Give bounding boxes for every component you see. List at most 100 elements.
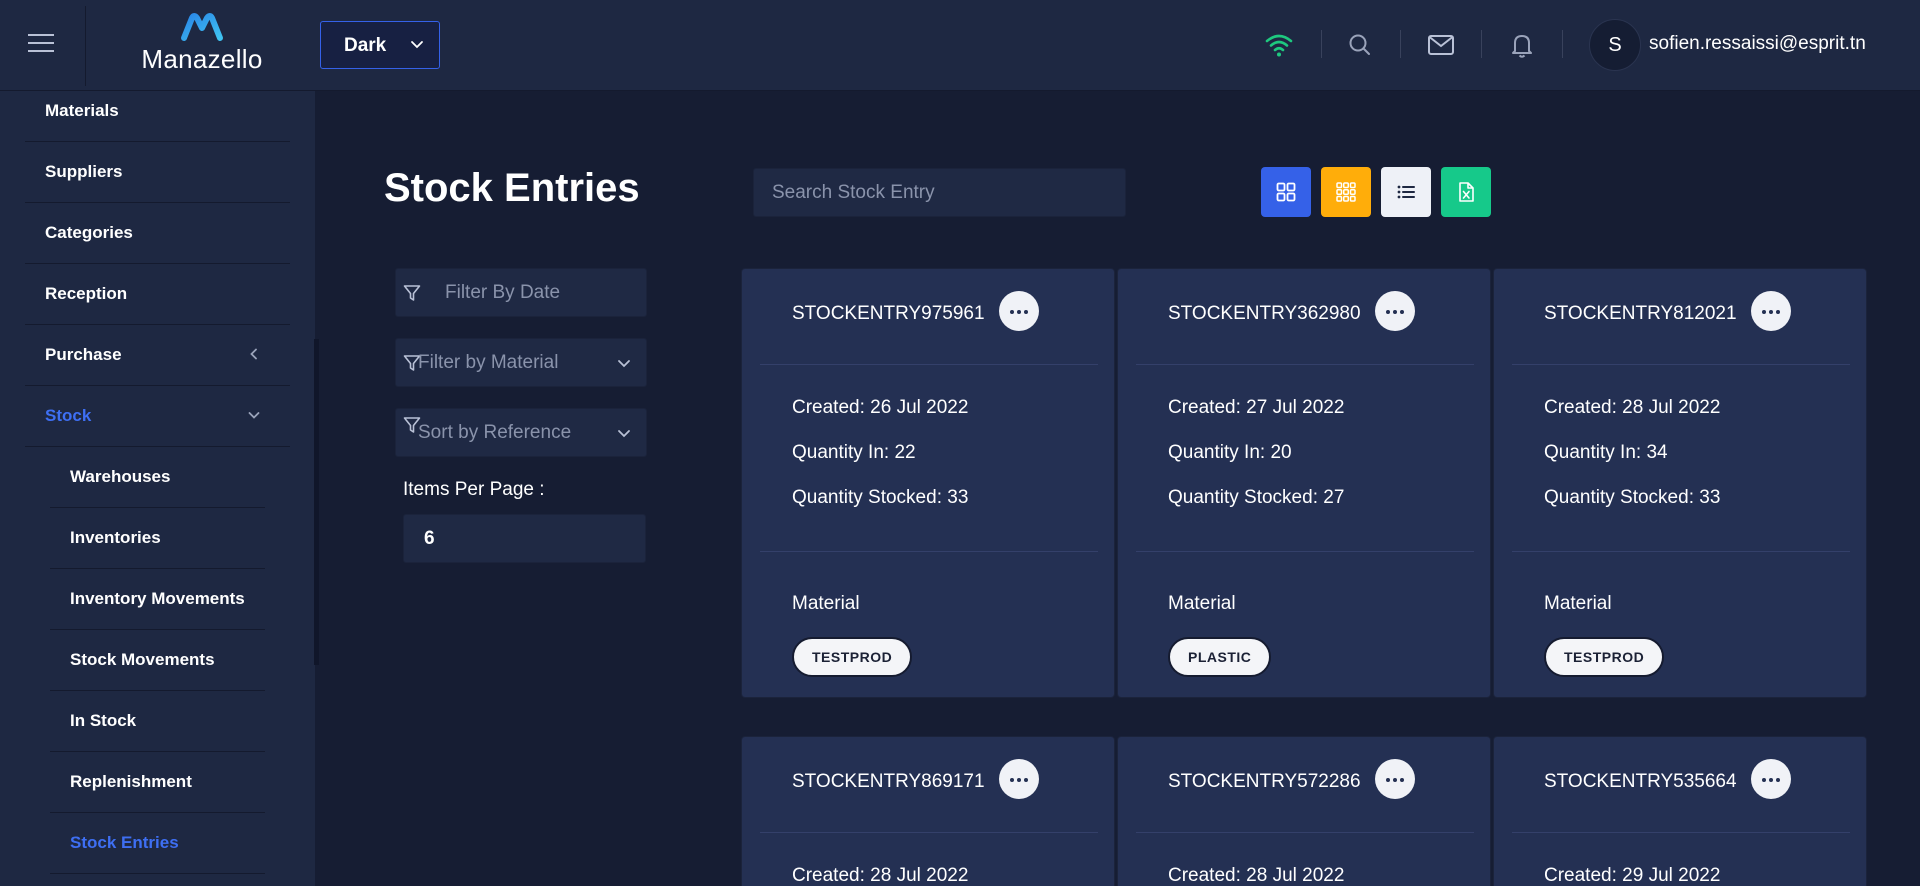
card-divider bbox=[1136, 364, 1474, 365]
stock-entry-reference: STOCKENTRY975961 bbox=[792, 303, 985, 324]
mail-icon[interactable] bbox=[1424, 28, 1458, 62]
card-divider bbox=[760, 832, 1098, 833]
sidebar-item-label: Replenishment bbox=[70, 772, 192, 791]
sidebar-item-purchase[interactable]: Purchase bbox=[25, 325, 290, 386]
created-date: Created: 27 Jul 2022 bbox=[1168, 397, 1345, 418]
created-date: Created: 28 Jul 2022 bbox=[1168, 865, 1345, 886]
quantity-stocked: Quantity Stocked: 33 bbox=[1544, 487, 1721, 508]
quantity-in: Quantity In: 20 bbox=[1168, 442, 1292, 463]
list-view-button[interactable] bbox=[1381, 167, 1431, 217]
more-options-button[interactable] bbox=[1375, 291, 1415, 331]
sidebar-item-stock[interactable]: Stock bbox=[25, 386, 290, 447]
material-badge: TESTPROD bbox=[792, 637, 913, 677]
created-date: Created: 28 Jul 2022 bbox=[792, 865, 969, 886]
material-badge: PLASTIC bbox=[1168, 637, 1272, 677]
material-badge: TESTPROD bbox=[1544, 637, 1665, 677]
quantity-stocked: Quantity Stocked: 27 bbox=[1168, 487, 1345, 508]
sidebar-item-stock-entries[interactable]: Stock Entries bbox=[50, 813, 265, 874]
more-options-button[interactable] bbox=[999, 291, 1039, 331]
bell-icon[interactable] bbox=[1505, 28, 1539, 62]
sidebar-item-stock-movements[interactable]: Stock Movements bbox=[50, 630, 265, 691]
stock-entry-card[interactable]: STOCKENTRY869171 Created: 28 Jul 2022 bbox=[741, 736, 1115, 886]
stock-entry-reference: STOCKENTRY535664 bbox=[1544, 771, 1737, 792]
filter-by-date[interactable]: Filter By Date bbox=[395, 268, 647, 317]
sidebar-item-label: Inventory Movements bbox=[70, 589, 245, 608]
stock-entry-card[interactable]: STOCKENTRY812021 Created: 28 Jul 2022 Qu… bbox=[1493, 268, 1867, 698]
stock-entry-card[interactable]: STOCKENTRY975961 Created: 26 Jul 2022 Qu… bbox=[741, 268, 1115, 698]
user-email[interactable]: sofien.ressaissi@esprit.tn bbox=[1649, 33, 1866, 55]
stock-entry-card[interactable]: STOCKENTRY535664 Created: 29 Jul 2022 bbox=[1493, 736, 1867, 886]
sidebar-scrollbar[interactable] bbox=[314, 339, 319, 665]
grid-view-button[interactable] bbox=[1261, 167, 1311, 217]
stock-entry-reference: STOCKENTRY362980 bbox=[1168, 303, 1361, 324]
material-label: Material bbox=[1544, 593, 1612, 614]
sidebar-item-label: Categories bbox=[45, 223, 133, 242]
list-view-icon bbox=[1397, 185, 1415, 199]
more-options-button[interactable] bbox=[999, 759, 1039, 799]
sidebar-item-suppliers[interactable]: Suppliers bbox=[25, 142, 290, 203]
app-logo[interactable]: Manazello bbox=[136, 12, 268, 74]
wifi-icon[interactable] bbox=[1262, 28, 1296, 62]
more-options-button[interactable] bbox=[1751, 291, 1791, 331]
theme-select[interactable]: Dark bbox=[320, 21, 440, 69]
header-divider bbox=[1400, 30, 1401, 58]
sort-by-reference-label: Sort by Reference bbox=[418, 422, 572, 443]
sidebar-item-label: Stock bbox=[45, 406, 92, 425]
sidebar: Materials Suppliers Categories Reception… bbox=[0, 91, 315, 886]
items-per-page-input[interactable]: 6 bbox=[403, 514, 646, 563]
more-options-button[interactable] bbox=[1751, 759, 1791, 799]
sidebar-item-reception[interactable]: Reception bbox=[25, 264, 290, 325]
filter-by-material[interactable]: Filter by Material bbox=[395, 338, 647, 387]
sidebar-item-label: Stock Entries bbox=[70, 833, 179, 852]
top-header: Manazello Dark S sofien.ressaissi@esprit… bbox=[0, 0, 1920, 91]
search-icon[interactable] bbox=[1343, 28, 1377, 62]
created-date: Created: 29 Jul 2022 bbox=[1544, 865, 1721, 886]
header-divider bbox=[85, 6, 86, 86]
sidebar-item-label: Warehouses bbox=[70, 467, 171, 486]
menu-icon[interactable] bbox=[28, 34, 56, 56]
sidebar-item-replenishment[interactable]: Replenishment bbox=[50, 752, 265, 813]
created-date: Created: 28 Jul 2022 bbox=[1544, 397, 1721, 418]
sidebar-item-label: Suppliers bbox=[45, 162, 123, 181]
card-divider bbox=[1136, 832, 1474, 833]
excel-export-icon bbox=[1459, 182, 1474, 202]
filter-by-material-label: Filter by Material bbox=[418, 352, 559, 373]
sidebar-item-warehouses[interactable]: Warehouses bbox=[50, 447, 265, 508]
quantity-in: Quantity In: 34 bbox=[1544, 442, 1668, 463]
apps-view-button[interactable] bbox=[1321, 167, 1371, 217]
quantity-stocked: Quantity Stocked: 33 bbox=[792, 487, 969, 508]
sidebar-item-in-stock[interactable]: In Stock bbox=[50, 691, 265, 752]
stock-entry-card[interactable]: STOCKENTRY572286 Created: 28 Jul 2022 bbox=[1117, 736, 1491, 886]
card-divider bbox=[1136, 551, 1474, 552]
sidebar-item-materials[interactable]: Materials bbox=[25, 91, 290, 142]
page-title: Stock Entries bbox=[384, 166, 640, 210]
filter-by-date-label: Filter By Date bbox=[445, 282, 561, 303]
filter-icon bbox=[403, 285, 421, 301]
sidebar-item-inventories[interactable]: Inventories bbox=[50, 508, 265, 569]
created-date: Created: 26 Jul 2022 bbox=[792, 397, 969, 418]
sidebar-item-inventory-movements[interactable]: Inventory Movements bbox=[50, 569, 265, 630]
card-divider bbox=[760, 364, 1098, 365]
chevron-down-icon bbox=[411, 41, 423, 49]
sort-by-reference[interactable]: Sort by Reference bbox=[395, 408, 647, 457]
card-divider bbox=[760, 551, 1098, 552]
sidebar-item-categories[interactable]: Categories bbox=[25, 203, 290, 264]
stock-entry-card[interactable]: STOCKENTRY362980 Created: 27 Jul 2022 Qu… bbox=[1117, 268, 1491, 698]
search-input[interactable] bbox=[753, 168, 1126, 217]
header-divider bbox=[1321, 30, 1322, 58]
chevron-down-icon bbox=[248, 412, 260, 419]
card-divider bbox=[1512, 832, 1850, 833]
stock-entry-reference: STOCKENTRY572286 bbox=[1168, 771, 1361, 792]
excel-export-button[interactable] bbox=[1441, 167, 1491, 217]
stock-entry-reference: STOCKENTRY869171 bbox=[792, 771, 985, 792]
more-options-button[interactable] bbox=[1375, 759, 1415, 799]
header-divider bbox=[1562, 30, 1563, 58]
items-per-page-label: Items Per Page : bbox=[403, 479, 545, 500]
quantity-in: Quantity In: 22 bbox=[792, 442, 916, 463]
sidebar-item-label: Inventories bbox=[70, 528, 161, 547]
avatar[interactable]: S bbox=[1589, 19, 1641, 71]
sidebar-item-label: Purchase bbox=[45, 345, 122, 364]
material-label: Material bbox=[1168, 593, 1236, 614]
theme-select-value: Dark bbox=[344, 35, 387, 56]
chevron-down-icon bbox=[618, 430, 630, 438]
